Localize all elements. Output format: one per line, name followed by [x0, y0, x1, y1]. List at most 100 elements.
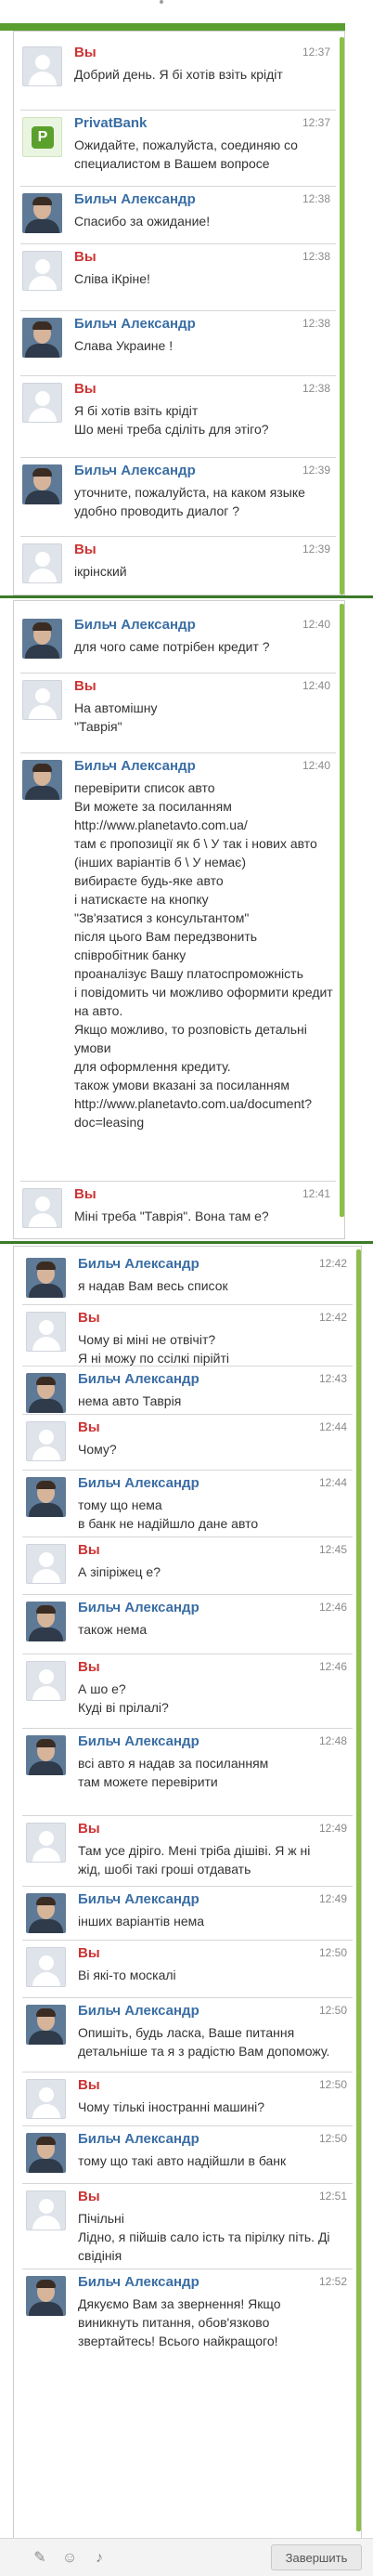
- agent-avatar: [26, 1373, 66, 1413]
- message-divider: [20, 243, 336, 244]
- message-text: інших варіантів нема: [78, 1914, 205, 1929]
- sender-name: Вы: [74, 45, 96, 60]
- message-text: всі авто я надав за посиланням там может…: [78, 1756, 269, 1789]
- chat-message: Бильч Александр 12:43 нема авто Таврія: [26, 1371, 351, 1416]
- message-time: 12:37: [302, 116, 330, 129]
- sender-name: Бильч Александр: [78, 2131, 199, 2147]
- message-text: Там усе діріго. Мені тріба дішіві. Я ж н…: [78, 1843, 311, 1876]
- paperclip-icon[interactable]: ✎: [32, 2550, 48, 2567]
- message-time: 12:42: [318, 1311, 347, 1324]
- chat-message: Вы 12:38 Сліва іКріне!: [22, 249, 334, 294]
- sender-name: Вы: [74, 1186, 96, 1202]
- message-text: А шо е? Куді ві прілалі?: [78, 1681, 169, 1715]
- message-time: 12:52: [318, 2275, 347, 2288]
- sender-name: Вы: [74, 381, 96, 397]
- message-text: А зіпіріжец е?: [78, 1564, 161, 1579]
- message-divider: [20, 752, 336, 753]
- message-time: 12:44: [318, 1476, 347, 1489]
- scrollbar-2[interactable]: [340, 604, 344, 1217]
- message-divider: [20, 457, 336, 458]
- message-text: Чому тількі іностранні машині?: [78, 2099, 265, 2114]
- chat-message: Бильч Александр 12:52 Дякуємо Вам за зверн…: [26, 2274, 351, 2348]
- message-time: 12:50: [318, 2004, 347, 2017]
- sender-name: Бильч Александр: [78, 1733, 199, 1749]
- chat-message: Вы 12:40 На автомішну "Таврія": [22, 678, 334, 734]
- sender-name: Вы: [78, 1821, 100, 1837]
- message-text: Сліва іКріне!: [74, 271, 150, 286]
- user-avatar: [26, 1947, 66, 1987]
- user-avatar: [26, 2190, 66, 2230]
- message-time: 12:50: [318, 1946, 347, 1959]
- chat-message: Вы 12:50 Ві які-то москалі: [26, 1945, 351, 1990]
- agent-avatar: [22, 464, 62, 504]
- message-divider: [22, 1728, 353, 1729]
- user-avatar: [26, 1661, 66, 1701]
- sender-name: Бильч Александр: [78, 1475, 199, 1491]
- message-time: 12:39: [302, 464, 330, 477]
- message-text: нема авто Таврія: [78, 1393, 182, 1408]
- message-divider: [22, 1940, 353, 1941]
- chat-message: P PrivatBank 12:37 Ожидайте, пожалуйста, со…: [22, 115, 334, 171]
- message-time: 12:37: [302, 46, 330, 59]
- message-divider: [22, 1304, 353, 1305]
- message-time: 12:41: [302, 1187, 330, 1200]
- sender-name: Вы: [78, 2077, 100, 2093]
- sender-name: Бильч Александр: [78, 1891, 199, 1907]
- message-divider: [22, 2183, 353, 2184]
- sender-name: Бильч Александр: [74, 617, 196, 633]
- smile-icon[interactable]: ☺: [61, 2550, 78, 2567]
- message-text: Ожидайте, пожалуйста, соединяю со специа…: [74, 137, 298, 171]
- agent-avatar: [22, 318, 62, 358]
- sender-name: PrivatBank: [74, 115, 148, 131]
- chat-message: Бильч Александр 12:39 уточните, пожалуйста…: [22, 463, 334, 518]
- sender-name: Вы: [78, 2189, 100, 2204]
- chat-message: Бильч Александр 12:50 Опишіть, будь ласка,…: [26, 2003, 351, 2059]
- message-text: Я бі хотів взіть крідіт Шо мені треба сд…: [74, 403, 269, 437]
- message-time: 12:44: [318, 1420, 347, 1433]
- agent-avatar: [26, 1477, 66, 1517]
- top-dot: [160, 0, 163, 4]
- message-time: 12:38: [302, 317, 330, 330]
- message-divider: [20, 536, 336, 537]
- segment-divider-1: [0, 595, 373, 598]
- scrollbar-3[interactable]: [356, 1249, 361, 2531]
- speaker-icon[interactable]: ♪: [91, 2550, 108, 2567]
- chat-message: Вы 12:37 Добрий день. Я бі хотів взіть крі…: [22, 45, 334, 89]
- message-divider: [20, 186, 336, 187]
- sender-name: Бильч Александр: [74, 191, 196, 207]
- message-time: 12:49: [318, 1892, 347, 1905]
- user-avatar: [22, 680, 62, 720]
- message-divider: [22, 1470, 353, 1471]
- message-text: для чого саме потрібен кредит ?: [74, 639, 270, 654]
- user-avatar: [22, 46, 62, 86]
- message-time: 12:38: [302, 250, 330, 263]
- chat-message: Вы 12:51 Пічільні Лідно, я пійшів сало іст…: [26, 2189, 351, 2263]
- message-divider: [20, 1181, 336, 1182]
- user-avatar: [26, 1312, 66, 1352]
- scrollbar-1[interactable]: [340, 37, 344, 595]
- message-time: 12:45: [318, 1543, 347, 1556]
- chat-message: Бильч Александр 12:44 тому що нема в банк …: [26, 1475, 351, 1531]
- agent-avatar: [26, 1602, 66, 1641]
- user-avatar: [26, 1544, 66, 1584]
- message-time: 12:50: [318, 2132, 347, 2145]
- chat-message: Бильч Александр 12:48 всі авто я надав за …: [26, 1733, 351, 1789]
- send-button[interactable]: Завершить: [271, 2544, 362, 2570]
- message-time: 12:43: [318, 1372, 347, 1385]
- message-text: Чому ві міні не отвічіт? Я ні можу по сс…: [78, 1332, 229, 1366]
- chat-message: Бильч Александр 12:49 інших варіантів нема: [26, 1891, 351, 1936]
- agent-avatar: [22, 760, 62, 800]
- message-text: ікрінский: [74, 564, 127, 579]
- message-divider: [22, 1997, 353, 1998]
- message-time: 12:50: [318, 2078, 347, 2091]
- message-text: Пічільні Лідно, я пійшів сало ість та пі…: [78, 2211, 330, 2263]
- message-time: 12:51: [318, 2190, 347, 2203]
- chat-message: Вы 12:38 Я бі хотів взіть крідіт Шо мені т…: [22, 381, 334, 437]
- sender-name: Бильч Александр: [78, 1600, 199, 1615]
- sender-name: Бильч Александр: [74, 463, 196, 478]
- agent-avatar: [26, 1258, 66, 1298]
- privatbank-avatar: P: [22, 117, 62, 157]
- sender-name: Бильч Александр: [78, 2003, 199, 2019]
- message-time: 12:49: [318, 1822, 347, 1835]
- sender-name: Бильч Александр: [78, 2274, 199, 2290]
